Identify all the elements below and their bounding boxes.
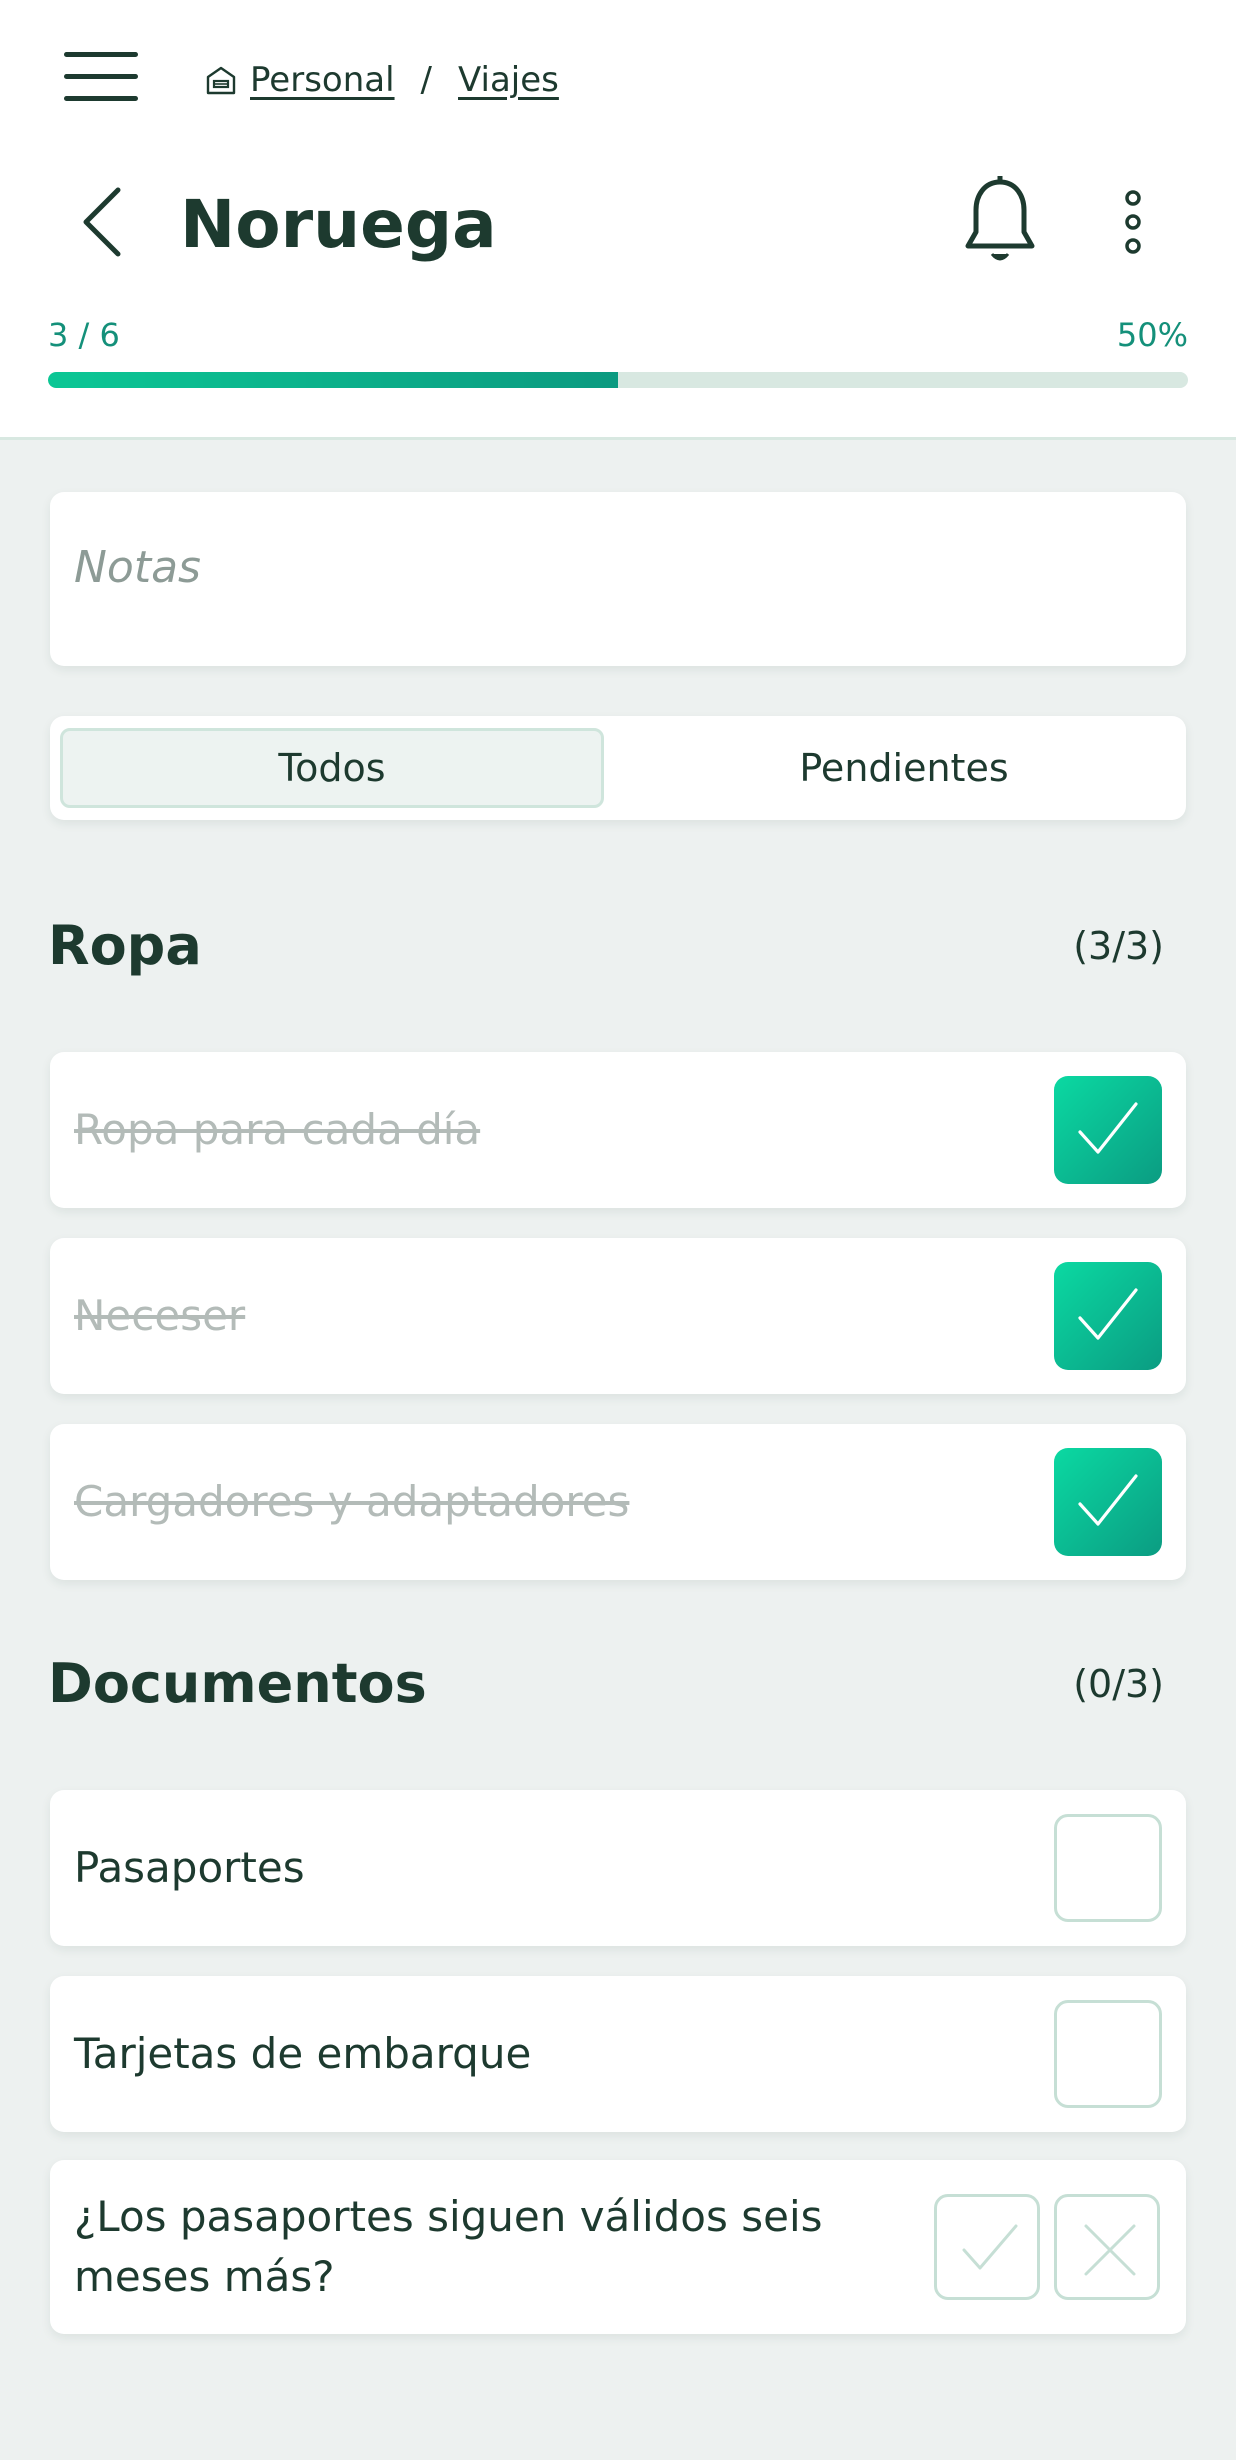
checkmark-icon [962, 2224, 1018, 2270]
app-header: Personal / Viajes Noruega 3 / 6 50% [0, 0, 1236, 440]
breadcrumb-link-viajes[interactable]: Viajes [458, 60, 559, 100]
checklist-item-label: Tarjetas de embarque [74, 2029, 532, 2078]
filter-tab-pendientes[interactable]: Pendientes [632, 728, 1176, 808]
checkbox-checked[interactable] [1054, 1448, 1162, 1556]
filter-segmented-control: Todos Pendientes [50, 716, 1186, 820]
checkmark-icon [1078, 1474, 1138, 1526]
checklist-item[interactable]: Neceser [50, 1238, 1186, 1394]
home-icon [206, 66, 236, 95]
more-vertical-icon[interactable] [1118, 190, 1148, 254]
checklist-item[interactable]: Cargadores y adaptadores [50, 1424, 1186, 1580]
bell-icon[interactable] [962, 173, 1038, 268]
progress-count: 3 / 6 [48, 316, 120, 354]
checklist-item-label: Cargadores y adaptadores [74, 1477, 630, 1526]
yes-no-question-item: ¿Los pasaportes siguen válidos seis mese… [50, 2160, 1186, 2334]
progress-percent: 50% [1116, 316, 1188, 354]
breadcrumb-separator: / [420, 60, 433, 100]
checklist-item[interactable]: Tarjetas de embarque [50, 1976, 1186, 2132]
progress-bar-fill [48, 372, 618, 388]
breadcrumb-link-personal[interactable]: Personal [250, 60, 395, 100]
checklist-item-label: Pasaportes [74, 1843, 305, 1892]
notes-input[interactable] [74, 532, 1154, 602]
section-title-ropa: Ropa [48, 914, 202, 977]
back-arrow-icon[interactable] [76, 184, 136, 260]
checklist-item-label: Neceser [74, 1291, 246, 1340]
question-label: ¿Los pasaportes siguen válidos seis mese… [74, 2192, 823, 2301]
checkmark-icon [1078, 1102, 1138, 1154]
hamburger-menu-icon[interactable] [64, 52, 140, 102]
checkmark-icon [1078, 1288, 1138, 1340]
close-icon [1084, 2224, 1136, 2276]
checkbox-checked[interactable] [1054, 1262, 1162, 1370]
checkbox-checked[interactable] [1054, 1076, 1162, 1184]
section-count-ropa: (3/3) [1073, 924, 1164, 968]
page-title: Noruega [180, 186, 497, 263]
filter-tab-todos[interactable]: Todos [60, 728, 604, 808]
checklist-item-label: Ropa para cada día [74, 1105, 481, 1154]
section-title-documentos: Documentos [48, 1652, 427, 1715]
checklist-item[interactable]: Pasaportes [50, 1790, 1186, 1946]
section-count-documentos: (0/3) [1073, 1662, 1164, 1706]
progress-bar [48, 372, 1188, 388]
breadcrumb: Personal / Viajes [204, 56, 559, 104]
checkbox-unchecked[interactable] [1054, 2000, 1162, 2108]
checklist-item[interactable]: Ropa para cada día [50, 1052, 1186, 1208]
notes-card [50, 492, 1186, 666]
answer-no-button[interactable] [1054, 2194, 1160, 2300]
answer-yes-button[interactable] [934, 2194, 1040, 2300]
checkbox-unchecked[interactable] [1054, 1814, 1162, 1922]
